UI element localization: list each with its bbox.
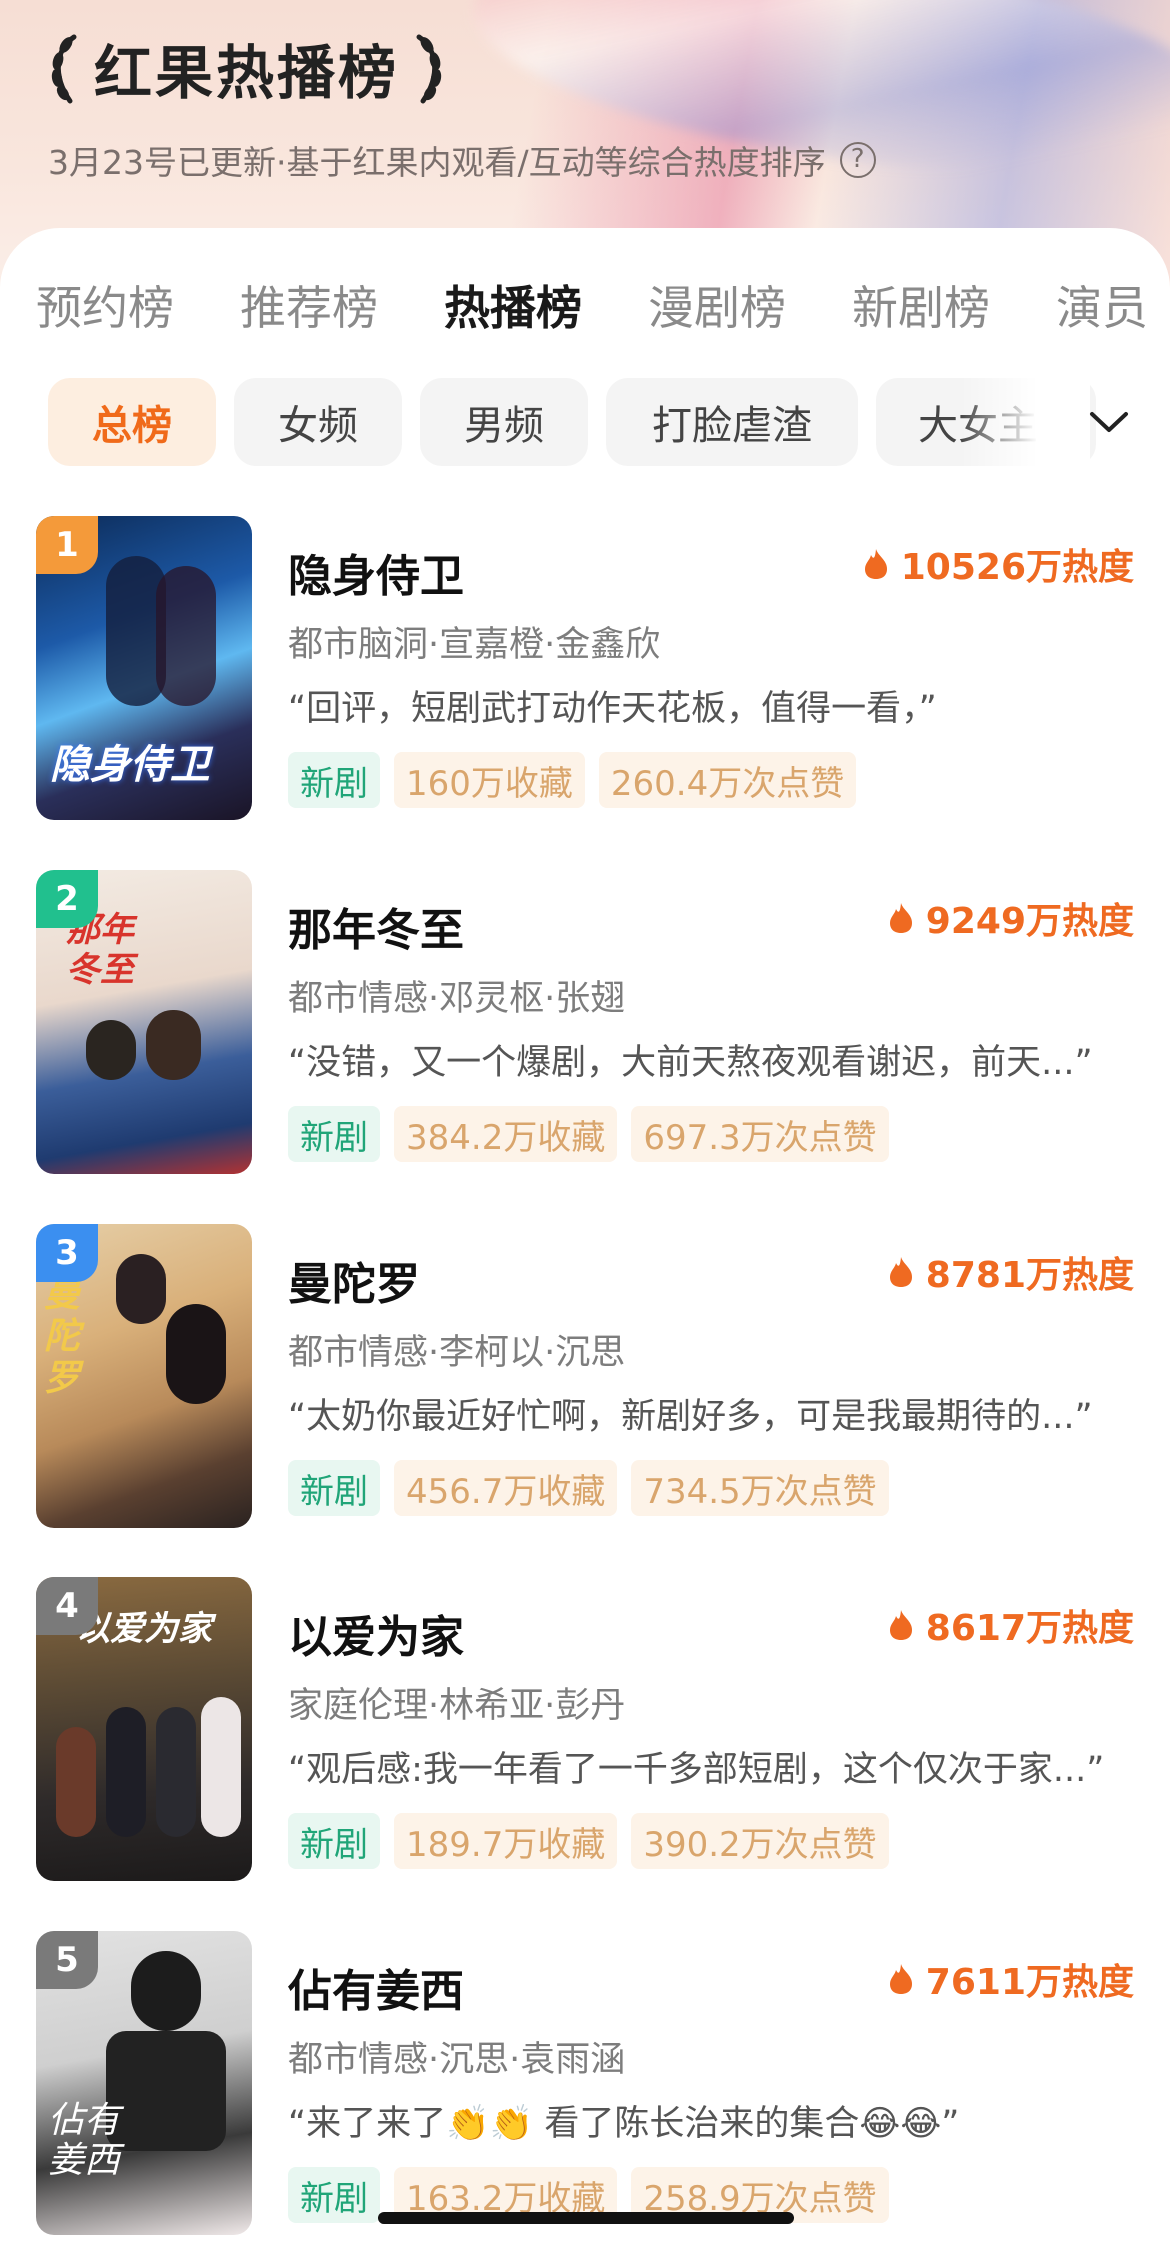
tag-row: 新剧 384.2万收藏 697.3万次点赞 [288,1106,903,1162]
heat-value: 8617万热度 [925,1608,1134,1649]
heat-score: 10526万热度 [863,538,1134,590]
review-quote: “太奶你最近好忙啊，新剧好多，可是我最期待的...” [288,1397,1093,1437]
list-item[interactable]: 曼陀罗 3 曼陀罗 8781万热度 都市情感·李柯以·沉思 “太奶你最近好忙啊，… [0,1224,1170,1534]
tag-row: 新剧 160万收藏 260.4万次点赞 [288,752,870,808]
chevron-down-icon[interactable] [1080,394,1138,452]
tag-row: 新剧 189.7万收藏 390.2万次点赞 [288,1813,903,1869]
list-item[interactable]: 那年 冬至 2 那年冬至 9249万热度 都市情感·邓灵枢·张翅 “没错，又一个爆… [0,870,1170,1180]
new-badge: 新剧 [288,2167,380,2223]
genre-cast: 都市情感·沉思·袁雨涵 [288,2040,626,2080]
favorites-badge: 160万收藏 [394,752,585,808]
new-badge: 新剧 [288,1106,380,1162]
poster-image: 佔有 姜西 5 [36,1931,252,2235]
chip-face-slap[interactable]: 打脸虐渣 [606,378,858,466]
chip-male[interactable]: 男频 [420,378,588,466]
poster-image: 那年 冬至 2 [36,870,252,1174]
favorites-badge: 384.2万收藏 [394,1106,618,1162]
tab-actor[interactable]: 演员 [1056,268,1148,348]
drama-title: 以爱为家 [288,1612,464,1663]
home-indicator[interactable] [378,2212,794,2224]
genre-cast: 家庭伦理·林希亚·彭丹 [288,1686,626,1726]
drama-title: 那年冬至 [288,905,464,956]
drama-title: 曼陀罗 [288,1259,420,1310]
tab-recommend[interactable]: 推荐榜 [240,268,378,348]
rank-badge: 1 [36,516,98,574]
help-icon[interactable]: ? [839,142,876,178]
review-quote: “来了来了👏👏 看了陈长治来的集合😂😂” [288,2104,960,2144]
heat-value: 9249万热度 [925,901,1134,942]
rank-badge: 3 [36,1224,98,1282]
new-badge: 新剧 [288,1813,380,1869]
likes-badge: 734.5万次点赞 [631,1460,889,1516]
update-note: 3月23号已更新·基于红果内观看/互动等综合热度排序 ? [48,136,876,184]
review-quote: “回评，短剧武打动作天花板，值得一看，” [288,689,937,729]
list-item[interactable]: 隐身侍卫 1 隐身侍卫 10526万热度 都市脑洞·宣嘉橙·金鑫欣 “回评，短剧… [0,516,1170,826]
rank-badge: 5 [36,1931,98,1989]
update-note-text: 3月23号已更新·基于红果内观看/互动等综合热度排序 [48,143,826,182]
chips-fade [960,378,1090,466]
rank-badge: 2 [36,870,98,928]
heat-score: 8617万热度 [888,1599,1134,1651]
flame-icon [889,1610,912,1640]
drama-title: 隐身侍卫 [288,551,464,602]
ranking-tabs: 预约榜 推荐榜 热播榜 漫剧榜 新剧榜 演员 [0,268,1170,348]
rank-badge: 4 [36,1577,98,1635]
flame-icon [889,903,912,933]
tab-new[interactable]: 新剧榜 [852,268,990,348]
poster-caption: 隐身侍卫 [50,742,210,788]
heat-value: 10526万热度 [900,547,1134,588]
new-badge: 新剧 [288,1460,380,1516]
review-quote: “观后感:我一年看了一千多部短剧，这个仅次于家...” [288,1750,1105,1790]
poster-image: 以爱为家 4 [36,1577,252,1881]
poster-image: 隐身侍卫 1 [36,516,252,820]
heat-value: 7611万热度 [925,1962,1134,2003]
favorites-badge: 456.7万收藏 [394,1460,618,1516]
laurel-right-icon [416,34,442,104]
tag-row: 新剧 456.7万收藏 734.5万次点赞 [288,1460,903,1516]
likes-badge: 390.2万次点赞 [631,1813,889,1869]
heat-score: 7611万热度 [888,1953,1134,2005]
new-badge: 新剧 [288,752,380,808]
genre-cast: 都市情感·李柯以·沉思 [288,1333,626,1373]
category-chips: 总榜 女频 男频 打脸虐渣 大女主 [0,378,1170,466]
heat-value: 8781万热度 [925,1255,1134,1296]
tab-comic[interactable]: 漫剧榜 [648,268,786,348]
poster-image: 曼陀罗 3 [36,1224,252,1528]
likes-badge: 260.4万次点赞 [598,752,857,808]
genre-cast: 都市脑洞·宣嘉橙·金鑫欣 [288,625,661,665]
page-title: 红果热播榜 [44,26,449,110]
list-item[interactable]: 佔有 姜西 5 佔有姜西 7611万热度 都市情感·沉思·袁雨涵 “来了来了👏👏 … [0,1931,1170,2241]
title-text: 红果热播榜 [94,39,400,107]
laurel-left-icon [51,34,77,104]
heat-score: 8781万热度 [888,1246,1134,1298]
review-quote: “没错，又一个爆剧，大前天熬夜观看谢迟，前天...” [288,1043,1093,1083]
list-item[interactable]: 以爱为家 4 以爱为家 8617万热度 家庭伦理·林希亚·彭丹 “观后感:我一年… [0,1577,1170,1887]
flame-icon [889,1964,912,1994]
flame-icon [889,1257,912,1287]
tab-hot[interactable]: 热播榜 [444,268,582,348]
flame-icon [864,549,887,579]
drama-title: 佔有姜西 [288,1966,464,2017]
chip-female[interactable]: 女频 [234,378,402,466]
genre-cast: 都市情感·邓灵枢·张翅 [288,979,626,1019]
favorites-badge: 189.7万收藏 [394,1813,618,1869]
likes-badge: 697.3万次点赞 [631,1106,889,1162]
tab-reservation[interactable]: 预约榜 [36,268,174,348]
heat-score: 9249万热度 [888,892,1134,944]
chip-all[interactable]: 总榜 [48,378,216,466]
